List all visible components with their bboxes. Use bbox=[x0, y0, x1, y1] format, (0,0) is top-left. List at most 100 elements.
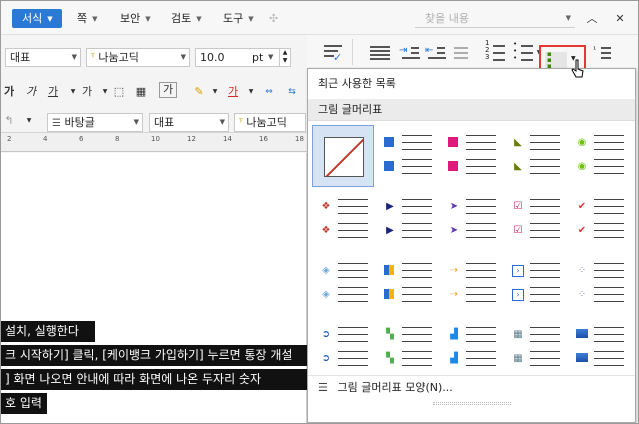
char-shade-icon[interactable]: ▦ bbox=[131, 82, 151, 102]
menu-tools[interactable]: 도구 ▼ bbox=[223, 9, 254, 28]
numbered-list-icon[interactable]: 123 bbox=[485, 40, 509, 65]
red-check-icon: ✔ bbox=[577, 225, 587, 236]
green-triangle-icon: ◣ bbox=[514, 137, 522, 148]
line-spacing-icon[interactable] bbox=[451, 43, 475, 65]
pink-square-icon bbox=[448, 137, 458, 147]
bullet-option[interactable]: ⁘ ⁘ bbox=[568, 253, 630, 315]
chevron-down-icon[interactable]: ▼ bbox=[19, 111, 39, 131]
bullet-none-option[interactable] bbox=[312, 125, 374, 187]
bullet-option[interactable] bbox=[376, 253, 438, 315]
font-combo[interactable]: ᵀ 나눔고딕 ▼ bbox=[86, 48, 190, 67]
blue-dots-icon: ⁘ bbox=[577, 265, 587, 276]
ruler-mark: 4 bbox=[43, 135, 48, 143]
bullet-option[interactable]: ▶ ▶ bbox=[376, 189, 438, 251]
bullet-option[interactable]: ▟ ▟ bbox=[440, 317, 502, 379]
check-box-icon: ☑ bbox=[513, 225, 523, 236]
menu-review[interactable]: 검토 ▼ bbox=[171, 9, 202, 28]
style-combo-value: 대표 bbox=[10, 51, 31, 64]
chevron-down-icon[interactable]: ▼ bbox=[241, 82, 261, 102]
font-combo-2[interactable]: ᵀ 나눔고딕 bbox=[234, 113, 306, 132]
paragraph-style-combo[interactable]: ☰ 바탕글 ▼ bbox=[47, 113, 143, 132]
bullet-option[interactable]: ➤ ➤ bbox=[440, 189, 502, 251]
underline-label: 가 bbox=[47, 85, 59, 98]
picture-bullet-header: 그림 글머리표 bbox=[308, 99, 635, 121]
chevron-down-icon[interactable]: ▼ bbox=[205, 82, 225, 102]
bold-button[interactable]: 가 bbox=[1, 82, 19, 102]
back-icon[interactable]: ↰ bbox=[1, 111, 19, 131]
ruler-mark: 18 bbox=[295, 135, 304, 143]
menu-format[interactable]: 서식 ▼ bbox=[12, 9, 62, 28]
bullet-option[interactable] bbox=[440, 125, 502, 187]
bullet-option[interactable]: ☑ ☑ bbox=[504, 189, 566, 251]
blue-diamond-icon: ◈ bbox=[322, 289, 330, 300]
char-spacing-wide-icon[interactable]: ⇔ bbox=[259, 82, 279, 102]
doc-line[interactable]: ] 화면 나오면 안내에 따라 화면에 나온 두자리 숫자 bbox=[1, 369, 307, 390]
picture-bullet-shape-menu-item[interactable]: ☰ 그림 글머리표 모양(N)... bbox=[308, 375, 635, 399]
search-input[interactable]: 찾을 내용 ▼ bbox=[415, 9, 575, 28]
close-icon[interactable]: ✕ bbox=[612, 9, 628, 28]
justify-icon[interactable] bbox=[367, 43, 391, 65]
font-size-stepper[interactable]: ▲ ▼ bbox=[279, 48, 291, 67]
addon-icon[interactable]: ✣ bbox=[269, 9, 278, 28]
no-bullet-icon bbox=[324, 137, 364, 177]
strikethrough-label: 가 bbox=[81, 85, 93, 98]
bullet-option[interactable]: ⇢ ⇢ bbox=[440, 253, 502, 315]
chevron-down-icon: ▼ bbox=[248, 14, 254, 23]
doc-line[interactable]: 설치, 실행한다 bbox=[1, 321, 95, 342]
doc-line[interactable]: 크 시작하기] 클릭, [케이뱅크 가입하기] 누르면 통장 개설 bbox=[1, 345, 307, 366]
bullet-option[interactable]: ◣ ◣ bbox=[504, 125, 566, 187]
toolbar-row-font: 대표 ▼ ᵀ 나눔고딕 ▼ 10.0 pt ▼ ▲ ▼ bbox=[1, 41, 306, 71]
strikethrough-button[interactable]: 가 bbox=[77, 82, 97, 102]
ruler[interactable]: 2 4 6 8 10 12 14 16 18 bbox=[1, 132, 307, 152]
outline-numbering-icon[interactable]: ¹ bbox=[593, 43, 617, 65]
bullet-option[interactable]: ▚ ▚ bbox=[376, 317, 438, 379]
red-diamond-icon: ❖ bbox=[321, 201, 331, 212]
menu-page-label: 쪽 bbox=[77, 12, 88, 25]
bullet-option[interactable]: ◈ ◈ bbox=[312, 253, 374, 315]
char-spacing-narrow-icon[interactable]: ⇆ bbox=[282, 82, 302, 102]
menu-review-label: 검토 bbox=[171, 12, 192, 25]
font-size-field[interactable]: 10.0 pt ▼ bbox=[195, 48, 291, 67]
menu-security[interactable]: 보안 ▼ bbox=[120, 9, 151, 28]
bullet-option[interactable]: › › bbox=[504, 253, 566, 315]
bullet-option[interactable]: ◉ ◉ bbox=[568, 125, 630, 187]
grey-squares-icon: ▦ bbox=[513, 329, 523, 340]
menu-page[interactable]: 쪽 ▼ bbox=[77, 9, 98, 28]
chevron-down-icon[interactable]: ▼ bbox=[566, 9, 571, 28]
bullet-option[interactable] bbox=[568, 317, 630, 379]
collapse-ribbon-icon[interactable]: ︿ bbox=[584, 9, 600, 28]
bullet-option[interactable]: ✔ ✔ bbox=[568, 189, 630, 251]
paragraph-style2-combo[interactable]: 대표 ▼ bbox=[149, 113, 229, 132]
picture-bullet-dropdown: 최근 사용한 목록 그림 글머리표 ◣ ◣ ◉ ◉ ❖ ❖ ▶ ▶ ➤ ➤ ☑ … bbox=[307, 68, 636, 423]
blue-square-icon bbox=[384, 161, 394, 171]
style-combo[interactable]: 대표 ▼ bbox=[5, 48, 81, 67]
bullet-option[interactable] bbox=[376, 125, 438, 187]
font-color-icon[interactable]: 가 bbox=[223, 82, 243, 102]
doc-line[interactable]: 호 입력 bbox=[1, 393, 47, 414]
circle-arrow-icon: ➲ bbox=[321, 353, 331, 364]
circle-arrow-icon: ➲ bbox=[321, 329, 331, 340]
bullet-option[interactable]: ❖ ❖ bbox=[312, 189, 374, 251]
font-combo-value: 나눔고딕 bbox=[98, 51, 139, 64]
char-border-icon[interactable]: ⬚ bbox=[109, 82, 129, 102]
align-icon[interactable]: ✓ bbox=[321, 43, 345, 65]
purple-arrow-icon: ➤ bbox=[449, 225, 459, 236]
italic-button[interactable]: 가 bbox=[21, 82, 41, 102]
check-box-icon: ☑ bbox=[513, 201, 523, 212]
char-box-icon[interactable]: 가 bbox=[159, 82, 177, 98]
ruler-mark: 12 bbox=[187, 135, 196, 143]
bullet-option[interactable]: ➲ ➲ bbox=[312, 317, 374, 379]
font-type-icon: ᵀ bbox=[91, 53, 95, 64]
toolbar-row-char: 가 가 가 ▼ 가 ▼ ⬚ ▦ 가 ✎ ▼ 가 ▼ ⇔ ⇆ bbox=[1, 76, 306, 106]
ruler-mark: 6 bbox=[79, 135, 84, 143]
resize-grip[interactable] bbox=[433, 402, 511, 405]
indent-increase-icon[interactable]: ⇥ bbox=[399, 43, 423, 65]
indent-decrease-icon[interactable]: ⇤ bbox=[425, 43, 449, 65]
grey-squares-icon: ▦ bbox=[513, 353, 523, 364]
ruler-mark: 14 bbox=[223, 135, 232, 143]
underline-button[interactable]: 가 bbox=[43, 82, 63, 102]
font-combo2-value: 나눔고딕 bbox=[246, 116, 287, 129]
arrow-box-icon: › bbox=[512, 265, 524, 277]
document-area[interactable]: 설치, 실행한다 크 시작하기] 클릭, [케이뱅크 가입하기] 누르면 통장 … bbox=[1, 153, 307, 423]
bullet-option[interactable]: ▦ ▦ bbox=[504, 317, 566, 379]
